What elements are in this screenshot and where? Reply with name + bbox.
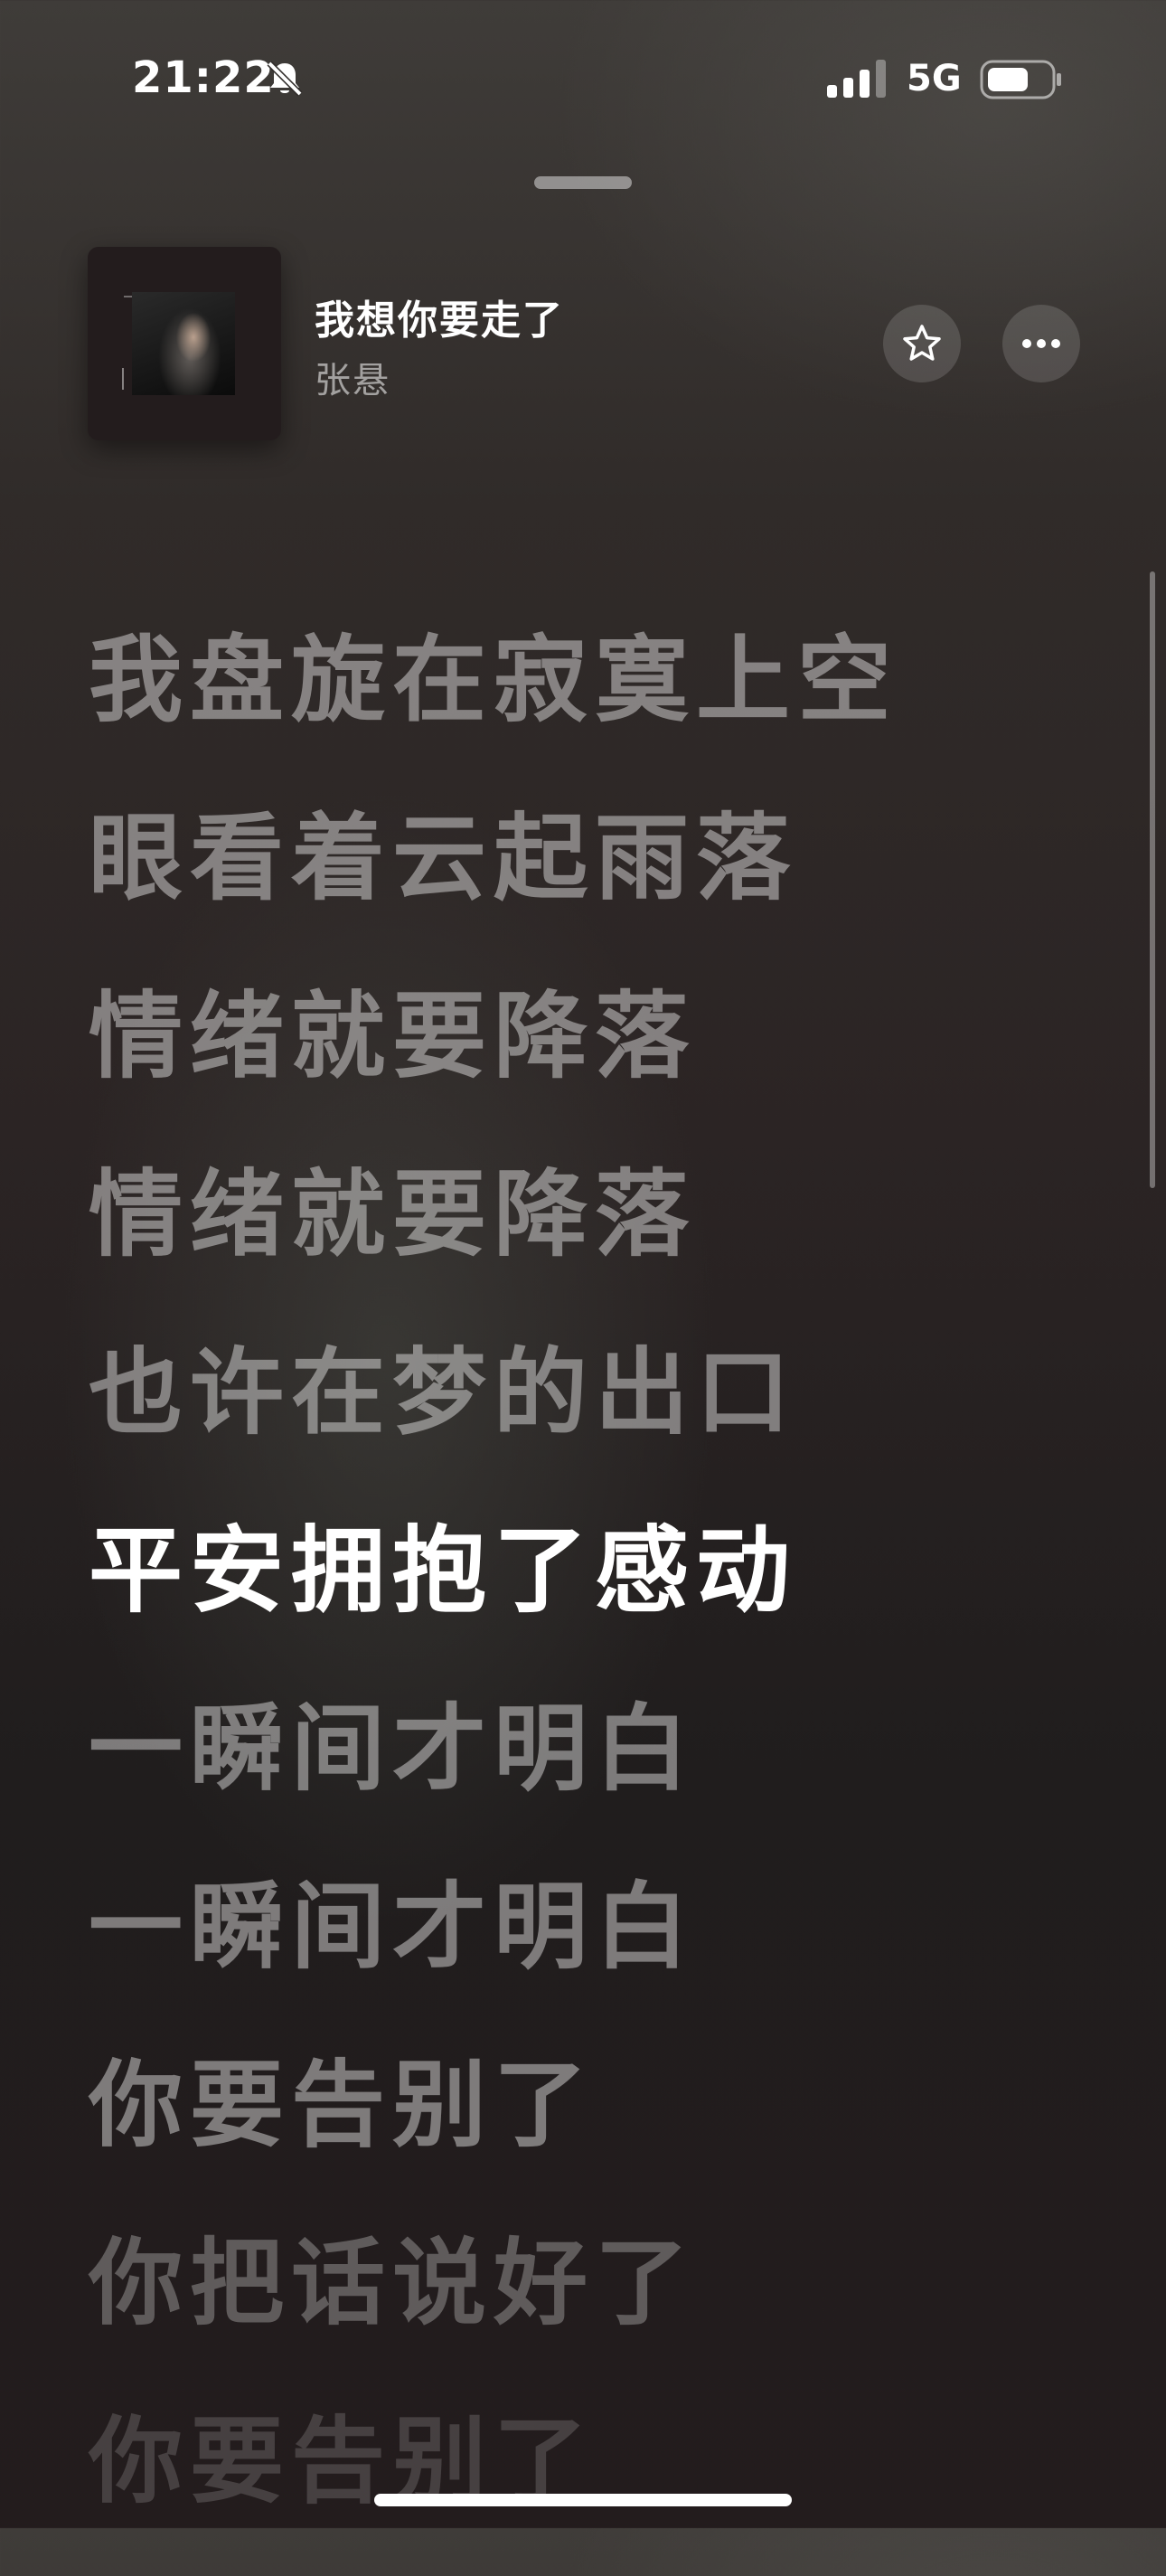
star-outline-icon	[903, 325, 941, 361]
home-indicator[interactable]	[374, 2494, 792, 2506]
lyric-line[interactable]: 一瞬间才明白	[89, 1685, 1083, 1864]
battery-icon	[980, 60, 1061, 99]
network-type: 5G	[907, 58, 962, 99]
lyric-line[interactable]: 你要告别了	[89, 2042, 1083, 2220]
bell-slash-icon	[267, 61, 303, 97]
more-options-button[interactable]	[1002, 305, 1080, 382]
cellular-signal-icon	[827, 60, 886, 98]
album-cover-mark	[122, 368, 124, 390]
lyric-line[interactable]: 我盘旋在寂寞上空	[89, 617, 1083, 795]
ellipsis-icon	[1022, 339, 1060, 348]
lyrics-scrollbar[interactable]	[1150, 571, 1155, 1188]
album-cover-photo	[132, 292, 235, 395]
lyric-line[interactable]: 眼看着云起雨落	[89, 795, 1083, 973]
favorite-button[interactable]	[883, 305, 961, 382]
lyric-line[interactable]: 情绪就要降落	[89, 1151, 1083, 1329]
lyric-line[interactable]: 也许在梦的出口	[89, 1329, 1083, 1507]
song-artist[interactable]: 张悬	[315, 351, 390, 403]
lyric-line[interactable]: 情绪就要降落	[89, 973, 1083, 1151]
lyric-line-current[interactable]: 平安拥抱了感动	[89, 1507, 1083, 1685]
album-artwork[interactable]	[88, 247, 281, 440]
sheet-grabber[interactable]	[534, 176, 632, 189]
status-bar: 21:22 5G	[0, 0, 1166, 154]
lyric-line[interactable]: 一瞬间才明白	[89, 1864, 1083, 2042]
lyric-line[interactable]: 你把话说好了	[89, 2220, 1083, 2398]
song-title[interactable]: 我想你要走了	[315, 288, 564, 345]
lyric-line[interactable]: 你要告别了	[89, 2398, 1083, 2576]
lyrics-list[interactable]: 我盘旋在寂寞上空 眼看着云起雨落 情绪就要降落 情绪就要降落 也许在梦的出口 平…	[89, 617, 1083, 2576]
status-time: 21:22	[132, 52, 275, 103]
